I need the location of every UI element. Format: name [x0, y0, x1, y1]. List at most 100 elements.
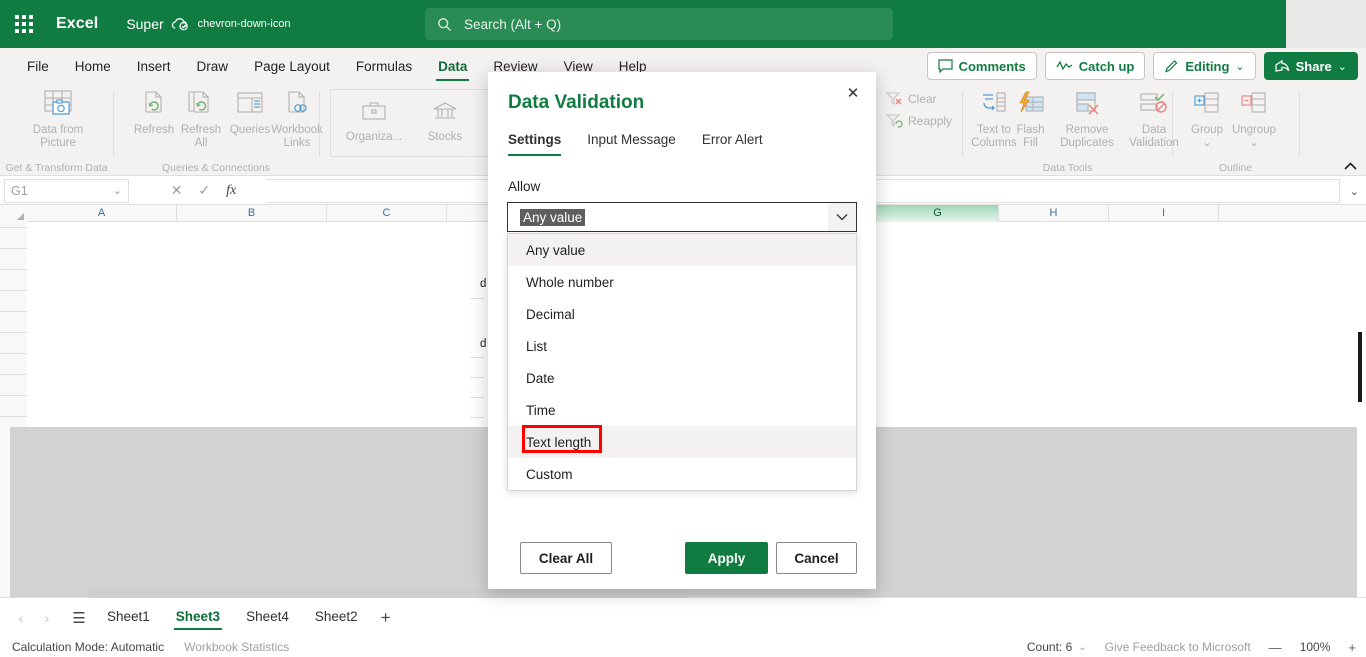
- comments-button[interactable]: Comments: [926, 52, 1037, 80]
- column-header-b[interactable]: B: [177, 205, 327, 222]
- clear-all-button[interactable]: Clear All: [520, 542, 612, 574]
- workbook-statistics-label[interactable]: Workbook Statistics: [184, 640, 289, 654]
- cloud-saved-icon[interactable]: [171, 17, 189, 31]
- ungroup-command[interactable]: Ungroup ⌄: [1223, 87, 1285, 150]
- organization-command[interactable]: Organiza...: [338, 94, 410, 144]
- ungroup-icon: [1223, 87, 1285, 121]
- apply-button[interactable]: Apply: [685, 542, 768, 574]
- vertical-scrollbar-thumb[interactable]: [1358, 332, 1362, 402]
- dropdown-option-any-value[interactable]: Any value: [508, 234, 856, 266]
- dropdown-option-time[interactable]: Time: [508, 394, 856, 426]
- dropdown-option-text-length[interactable]: Text length: [508, 425, 856, 458]
- ungroup-chevron-down-icon[interactable]: ⌄: [1223, 137, 1285, 150]
- sheet-tab-sheet1[interactable]: Sheet1: [94, 603, 163, 632]
- data-from-picture-command[interactable]: Data from Picture: [25, 87, 91, 150]
- chevron-down-icon[interactable]: [828, 203, 856, 231]
- stocks-command[interactable]: Stocks: [415, 94, 475, 144]
- zoom-in-button[interactable]: +: [1348, 640, 1356, 655]
- dropdown-option-decimal[interactable]: Decimal: [508, 298, 856, 330]
- ribbon-group-queries-connections: Refresh Refresh All Queries Workbook Lin…: [114, 81, 323, 176]
- close-icon[interactable]: ✕: [838, 79, 868, 107]
- dialog-tab-strip: Settings Input Message Error Alert: [508, 132, 763, 156]
- count-chevron-down-icon[interactable]: ⌄: [1078, 642, 1086, 653]
- ribbon-tab-file[interactable]: File: [14, 59, 62, 82]
- excel-web-app: Excel Super chevron-down-icon Search (Al…: [0, 0, 1366, 657]
- reapply-filter-icon: [886, 113, 903, 129]
- ribbon-tab-formulas[interactable]: Formulas: [343, 59, 425, 82]
- editing-button[interactable]: Editing ⌄: [1153, 52, 1256, 80]
- ribbon-tab-home[interactable]: Home: [62, 59, 124, 82]
- ribbon-tab-draw[interactable]: Draw: [184, 59, 242, 82]
- catch-up-button[interactable]: Catch up: [1044, 52, 1146, 80]
- zoom-out-button[interactable]: —: [1269, 640, 1282, 655]
- name-box-value: G1: [11, 183, 28, 198]
- cancel-button[interactable]: Cancel: [776, 542, 857, 574]
- sheet-tab-bar: ‹ › ☰ Sheet1 Sheet3 Sheet4 Sheet2 +: [0, 597, 1366, 637]
- remove-duplicates-label-1: Remove: [1065, 124, 1109, 136]
- status-bar: Calculation Mode: Automatic Workbook Sta…: [0, 637, 1366, 657]
- app-launcher-icon[interactable]: [0, 0, 48, 48]
- ribbon-tab-insert[interactable]: Insert: [124, 59, 184, 82]
- data-from-picture-icon: [25, 87, 91, 121]
- select-all-corner[interactable]: [0, 205, 27, 222]
- dropdown-option-custom[interactable]: Custom: [508, 458, 856, 490]
- column-header-a[interactable]: A: [27, 205, 177, 222]
- grid-cell-text-2: d: [480, 338, 487, 350]
- ribbon-right-actions: Comments Catch up Editing ⌄ Share ⌄: [926, 52, 1358, 80]
- sheet-tab-sheet2[interactable]: Sheet2: [302, 603, 371, 632]
- column-header-c[interactable]: C: [327, 205, 447, 222]
- collapse-ribbon-button[interactable]: [1344, 162, 1357, 171]
- column-header-g[interactable]: G: [877, 205, 999, 222]
- ribbon-tab-page-layout[interactable]: Page Layout: [241, 59, 343, 82]
- clear-command[interactable]: Clear: [886, 91, 937, 107]
- name-box[interactable]: G1 ⌄: [4, 178, 129, 203]
- insert-function-icon[interactable]: fx: [226, 183, 236, 199]
- expand-formula-bar-chevron-down-icon[interactable]: ⌄: [1350, 185, 1359, 198]
- column-header-h[interactable]: H: [999, 205, 1109, 222]
- tab-input-message[interactable]: Input Message: [587, 132, 676, 156]
- chevron-right-icon[interactable]: ›: [34, 610, 60, 626]
- dropdown-option-list[interactable]: List: [508, 330, 856, 362]
- tab-settings[interactable]: Settings: [508, 132, 562, 156]
- reapply-command[interactable]: Reapply: [886, 113, 952, 129]
- dropdown-option-whole-number[interactable]: Whole number: [508, 266, 856, 298]
- dialog-title: Data Validation: [508, 92, 645, 113]
- plus-icon[interactable]: +: [371, 608, 401, 628]
- vertical-scrollbar[interactable]: [1354, 222, 1364, 597]
- document-chevron-down-icon[interactable]: chevron-down-icon: [198, 18, 291, 30]
- ribbon-group-data-tools: Text to Columns Flash Fill Remove Duplic…: [963, 81, 1179, 176]
- tab-error-alert[interactable]: Error Alert: [702, 132, 763, 156]
- dropdown-option-date[interactable]: Date: [508, 362, 856, 394]
- dialog-button-row: Clear All Apply Cancel: [488, 537, 876, 589]
- horizontal-scrollbar[interactable]: [88, 589, 688, 598]
- ribbon-separator-5: [1299, 91, 1300, 157]
- reapply-label: Reapply: [908, 114, 953, 128]
- ribbon-tab-data[interactable]: Data: [425, 59, 480, 82]
- sheet-tab-sheet3[interactable]: Sheet3: [163, 603, 233, 632]
- share-chevron-down-icon: ⌄: [1337, 60, 1347, 73]
- catchup-icon: [1056, 60, 1073, 72]
- count-label[interactable]: Count: 6: [1027, 640, 1072, 654]
- app-name: Excel: [56, 15, 99, 32]
- clear-label: Clear: [908, 92, 937, 106]
- sheet-tab-sheet4[interactable]: Sheet4: [233, 603, 302, 632]
- check-icon[interactable]: ✓: [198, 182, 210, 199]
- clear-filter-icon: [886, 91, 903, 107]
- cancel-icon[interactable]: ✕: [171, 182, 183, 199]
- chevron-left-icon[interactable]: ‹: [8, 610, 34, 626]
- share-button[interactable]: Share ⌄: [1263, 52, 1358, 80]
- allow-dropdown-list[interactable]: Any value Whole number Decimal List Date…: [507, 233, 857, 491]
- name-box-chevron-down-icon[interactable]: ⌄: [113, 184, 122, 197]
- allow-combobox[interactable]: Any value: [507, 202, 857, 232]
- zoom-level-label[interactable]: 100%: [1300, 640, 1331, 654]
- column-header-i[interactable]: I: [1109, 205, 1219, 222]
- search-input[interactable]: Search (Alt + Q): [425, 8, 893, 40]
- hamburger-icon[interactable]: ☰: [64, 609, 94, 627]
- document-name[interactable]: Super: [126, 16, 163, 32]
- data-validation-dialog: Data Validation ✕ Settings Input Message…: [488, 72, 876, 589]
- flash-fill-command[interactable]: Flash Fill: [1008, 87, 1053, 150]
- calculation-mode-label[interactable]: Calculation Mode: Automatic: [12, 640, 164, 654]
- catch-up-label: Catch up: [1078, 58, 1135, 74]
- feedback-label[interactable]: Give Feedback to Microsoft: [1105, 640, 1251, 654]
- remove-duplicates-command[interactable]: Remove Duplicates: [1051, 87, 1123, 150]
